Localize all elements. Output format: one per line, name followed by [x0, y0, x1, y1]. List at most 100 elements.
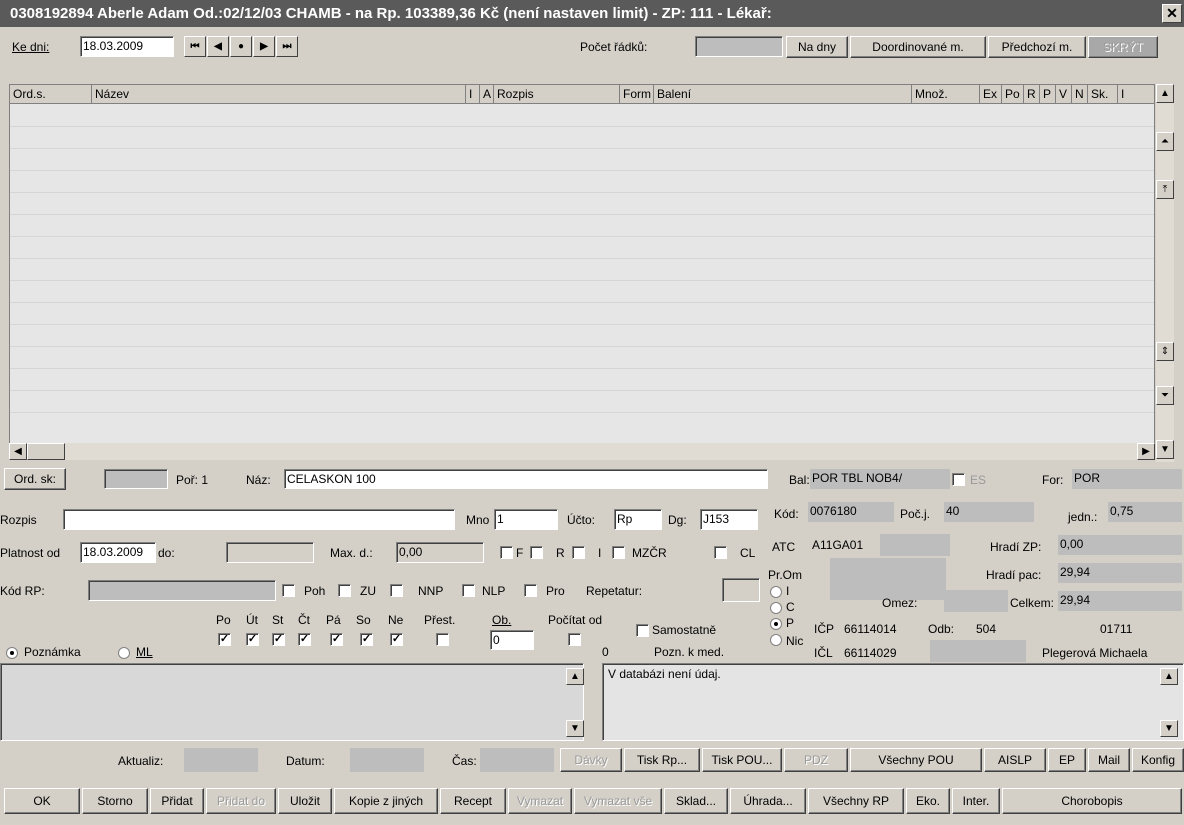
repetatur-input[interactable] — [722, 578, 760, 602]
day-st-checkbox[interactable]: ✓ — [272, 633, 285, 646]
cl-checkbox[interactable] — [714, 546, 727, 559]
i-checkbox[interactable] — [572, 546, 585, 559]
pridat-do-button[interactable]: Přidat do — [206, 788, 276, 814]
r-checkbox[interactable] — [530, 546, 543, 559]
kod-rp-input[interactable] — [88, 580, 276, 601]
nlp-checkbox[interactable] — [462, 584, 475, 597]
ml-radio[interactable] — [118, 647, 130, 659]
scroll-down-icon[interactable]: ▼ — [1156, 440, 1174, 459]
col-mnoz[interactable]: Množ. — [912, 85, 980, 103]
es-checkbox[interactable] — [952, 473, 965, 486]
page-down-icon[interactable]: ⏷ — [1156, 386, 1174, 405]
scroll-right-icon[interactable]: ▶ — [1137, 443, 1155, 460]
diagnoza-input[interactable]: J153 — [700, 509, 758, 530]
ulozit-button[interactable]: Uložit — [278, 788, 332, 814]
aislp-button[interactable]: AISLP — [984, 748, 1046, 772]
last-record-icon[interactable]: ⏭ — [276, 36, 298, 57]
col-form[interactable]: Form — [620, 85, 654, 103]
day-pa-checkbox[interactable]: ✓ — [330, 633, 343, 646]
prestavka-checkbox[interactable] — [436, 633, 449, 646]
predchozi-button[interactable]: Předchozí m. — [988, 36, 1086, 58]
kopie-z-jinych-button[interactable]: Kopie z jiných — [334, 788, 438, 814]
zu-checkbox[interactable] — [338, 584, 351, 597]
samostatne-checkbox[interactable] — [636, 624, 649, 637]
ucto-input[interactable]: Rp — [614, 509, 662, 530]
vymazat-button[interactable]: Vymazat — [508, 788, 572, 814]
ord-sk-button[interactable]: Ord. sk: — [4, 468, 66, 490]
vsechny-rp-button[interactable]: Všechny RP — [808, 788, 904, 814]
obdobi-input[interactable]: 0 — [490, 630, 534, 650]
radio-nic[interactable] — [770, 634, 782, 646]
page-up-icon[interactable]: ⏶ — [1156, 132, 1174, 151]
day-ut-checkbox[interactable]: ✓ — [246, 633, 259, 646]
storno-button[interactable]: Storno — [82, 788, 148, 814]
medication-grid[interactable] — [9, 84, 1155, 460]
pro-checkbox[interactable] — [524, 584, 537, 597]
scroll-top-icon[interactable]: ⤒ — [1156, 180, 1174, 199]
col-n[interactable]: N — [1072, 85, 1088, 103]
ok-button[interactable]: OK — [4, 788, 80, 814]
date-input[interactable]: 18.03.2009 — [80, 36, 174, 57]
first-record-icon[interactable]: ⏮ — [184, 36, 206, 57]
sklad-button[interactable]: Sklad... — [664, 788, 728, 814]
pdz-button[interactable]: PDZ — [784, 748, 848, 772]
recept-button[interactable]: Recept — [440, 788, 506, 814]
col-i2[interactable]: I — [1118, 85, 1154, 103]
scroll-left-icon[interactable]: ◀ — [9, 443, 27, 460]
memo-right-scroll-down-icon[interactable]: ▼ — [1160, 720, 1178, 737]
radio-c[interactable] — [770, 602, 782, 614]
current-record-icon[interactable]: ● — [230, 36, 252, 57]
day-po-checkbox[interactable]: ✓ — [218, 633, 231, 646]
col-baleni[interactable]: Balení — [654, 85, 912, 103]
poh-checkbox[interactable] — [282, 584, 295, 597]
prev-record-icon[interactable]: ◀ — [207, 36, 229, 57]
memo-left-scroll-down-icon[interactable]: ▼ — [566, 720, 584, 737]
day-so-checkbox[interactable]: ✓ — [360, 633, 373, 646]
poznamka-memo[interactable] — [0, 663, 584, 741]
scroll-mid-icon[interactable]: ⇕ — [1156, 342, 1174, 361]
vymazat-vse-button[interactable]: Vymazat vše — [574, 788, 662, 814]
col-sk[interactable]: Sk. — [1088, 85, 1118, 103]
mzcr-checkbox[interactable] — [612, 546, 625, 559]
poznamka-radio[interactable] — [6, 647, 18, 659]
col-ord[interactable]: Ord.s. — [10, 85, 92, 103]
chorobopis-button[interactable]: Chorobopis — [1002, 788, 1182, 814]
ep-button[interactable]: EP — [1048, 748, 1086, 772]
col-a[interactable]: A — [480, 85, 494, 103]
eko-button[interactable]: Eko. — [906, 788, 950, 814]
grid-vertical-scrollbar[interactable]: ▲ ⏶ ⤒ ⇕ ⏷ ▼ — [1156, 84, 1174, 462]
col-nazev[interactable]: Název — [92, 85, 466, 103]
scroll-thumb[interactable] — [27, 443, 65, 460]
nnp-checkbox[interactable] — [390, 584, 403, 597]
nazev-input[interactable]: CELASKON 100 — [284, 469, 768, 489]
vsechny-pou-button[interactable]: Všechny POU — [850, 748, 982, 772]
skryt-button[interactable]: SKRÝT — [1088, 36, 1158, 58]
col-rozpis[interactable]: Rozpis — [494, 85, 620, 103]
max-davka-input[interactable]: 0,00 — [396, 542, 484, 563]
inter-button[interactable]: Inter. — [952, 788, 1000, 814]
davky-button[interactable]: Dávky — [560, 748, 622, 772]
rozpis-input[interactable] — [63, 509, 455, 530]
tisk-pou-button[interactable]: Tisk POU... — [702, 748, 782, 772]
konfig-button[interactable]: Konfig — [1132, 748, 1184, 772]
f-checkbox[interactable] — [500, 546, 513, 559]
uhrada-button[interactable]: Úhrada... — [730, 788, 806, 814]
memo-left-scroll-up-icon[interactable]: ▲ — [566, 668, 584, 685]
col-po[interactable]: Po — [1002, 85, 1024, 103]
doordinovane-button[interactable]: Doordinované m. — [850, 36, 986, 58]
pridat-button[interactable]: Přidat — [150, 788, 204, 814]
col-ex[interactable]: Ex — [980, 85, 1002, 103]
next-record-icon[interactable]: ▶ — [253, 36, 275, 57]
col-p[interactable]: P — [1040, 85, 1056, 103]
tisk-rp-button[interactable]: Tisk Rp... — [624, 748, 700, 772]
mail-button[interactable]: Mail — [1088, 748, 1130, 772]
col-r[interactable]: R — [1024, 85, 1040, 103]
day-ct-checkbox[interactable]: ✓ — [298, 633, 311, 646]
close-button[interactable]: ✕ — [1162, 4, 1182, 23]
mnozstvi-input[interactable]: 1 — [494, 509, 558, 530]
na-dny-button[interactable]: Na dny — [786, 36, 848, 58]
pocitat-od-checkbox[interactable] — [568, 633, 581, 646]
scroll-up-icon[interactable]: ▲ — [1156, 84, 1174, 103]
memo-right-scroll-up-icon[interactable]: ▲ — [1160, 668, 1178, 685]
grid-horizontal-scrollbar[interactable]: ◀ ▶ — [9, 443, 1155, 460]
